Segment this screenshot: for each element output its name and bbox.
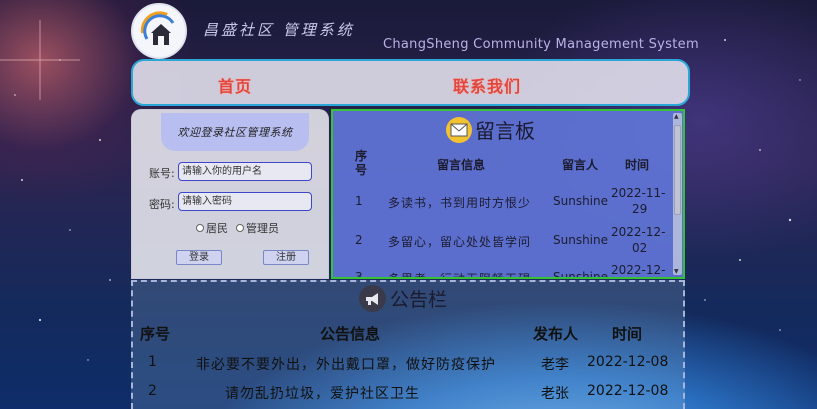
message-board-title: 留言板 bbox=[446, 115, 535, 144]
msg-row-1-no: 1 bbox=[355, 194, 363, 208]
msg-col-no: 序号 bbox=[355, 149, 368, 177]
notice-board-title-text: 公告栏 bbox=[390, 289, 448, 311]
nav-home-link[interactable]: 首页 bbox=[218, 73, 252, 97]
message-board: 留言板 序号 留言信息 留言人 时间 1 多读书，书到用时方恨少 Sunshin… bbox=[331, 109, 685, 279]
notice-board: 公告栏 序号 公告信息 发布人 时间 1 非必要不要外出，外出戴口罩，做好防疫保… bbox=[131, 280, 685, 409]
msg-row-1-author: Sunshine bbox=[553, 194, 609, 208]
notice-row-1-no: 1 bbox=[148, 354, 157, 370]
notice-row-2-date: 2022-12-08 bbox=[587, 383, 669, 399]
radio-circle-icon[interactable] bbox=[236, 224, 244, 232]
login-welcome-banner: 欢迎登录社区管理系统 bbox=[161, 113, 309, 151]
megaphone-icon bbox=[359, 285, 386, 312]
role-label-admin: 管理员 bbox=[246, 222, 279, 235]
login-button[interactable]: 登录 bbox=[176, 250, 222, 265]
notice-row-1-publisher: 老李 bbox=[541, 357, 569, 373]
site-name-en: ChangSheng Community Management System bbox=[383, 37, 699, 52]
msg-col-time: 时间 bbox=[625, 158, 650, 172]
password-label: 密码: bbox=[149, 198, 175, 211]
notice-row-2-no: 2 bbox=[148, 383, 157, 399]
msg-row-3-no: 3 bbox=[355, 270, 363, 279]
msg-row-1-message: 多读书，书到用时方恨少 bbox=[388, 196, 532, 210]
main-nav: 首页 联系我们 bbox=[131, 59, 690, 106]
msg-row-3-date-a: 2022-12- bbox=[611, 263, 666, 277]
message-board-title-text: 留言板 bbox=[475, 119, 535, 143]
msg-row-1-date-a: 2022-11- bbox=[611, 186, 666, 200]
notice-board-title: 公告栏 bbox=[359, 285, 447, 312]
house-icon bbox=[140, 11, 175, 45]
scroll-down-arrow-icon[interactable]: ▼ bbox=[674, 268, 679, 275]
notice-col-time: 时间 bbox=[612, 325, 643, 343]
notice-col-content: 公告信息 bbox=[320, 325, 381, 343]
notice-row-1-date: 2022-12-08 bbox=[587, 354, 669, 370]
notice-row-2-content: 请勿乱扔垃圾，爱护社区卫生 bbox=[225, 386, 420, 402]
scrollbar-thumb[interactable] bbox=[674, 125, 681, 215]
msg-col-author: 留言人 bbox=[562, 158, 599, 172]
notice-col-no: 序号 bbox=[140, 325, 171, 343]
radio-circle-icon[interactable] bbox=[196, 224, 204, 232]
site-name-cn: 昌盛社区 管理系统 bbox=[203, 21, 355, 39]
msg-row-2-no: 2 bbox=[355, 233, 363, 247]
msg-col-message: 留言信息 bbox=[437, 158, 486, 172]
msg-row-2-message: 多留心，留心处处皆学问 bbox=[388, 235, 532, 249]
role-label-resident: 居民 bbox=[206, 222, 228, 235]
role-selector: 居民 管理员 bbox=[196, 220, 279, 236]
msg-row-2-date-b: 02 bbox=[632, 241, 648, 255]
notice-row-2-publisher: 老张 bbox=[541, 386, 569, 402]
notice-row-1-content: 非必要不要外出，外出戴口罩，做好防疫保护 bbox=[196, 357, 496, 373]
site-logo[interactable] bbox=[131, 3, 187, 59]
msg-row-3-author: Sunshine bbox=[553, 270, 609, 279]
login-panel: 欢迎登录社区管理系统 账号: 密码: 居民 管理员 登录 注册 bbox=[131, 109, 329, 279]
message-board-scrollbar[interactable]: ▲ ▼ bbox=[673, 113, 682, 275]
username-input[interactable] bbox=[178, 162, 312, 181]
register-button[interactable]: 注册 bbox=[263, 250, 309, 265]
notice-col-publisher: 发布人 bbox=[533, 325, 579, 343]
password-input[interactable] bbox=[178, 192, 312, 211]
account-label: 账号: bbox=[149, 167, 175, 180]
msg-row-1-date-b: 29 bbox=[632, 202, 648, 216]
msg-row-2-date-a: 2022-12- bbox=[611, 225, 666, 239]
msg-row-2-author: Sunshine bbox=[553, 233, 609, 247]
role-option-resident[interactable]: 居民 bbox=[196, 220, 228, 236]
msg-row-3-message: 多思考，行动无阻畅无碍 bbox=[388, 272, 532, 279]
scroll-up-arrow-icon[interactable]: ▲ bbox=[674, 113, 679, 120]
nav-contact-link[interactable]: 联系我们 bbox=[453, 73, 521, 97]
envelope-icon bbox=[446, 116, 472, 143]
role-option-admin[interactable]: 管理员 bbox=[236, 220, 279, 236]
